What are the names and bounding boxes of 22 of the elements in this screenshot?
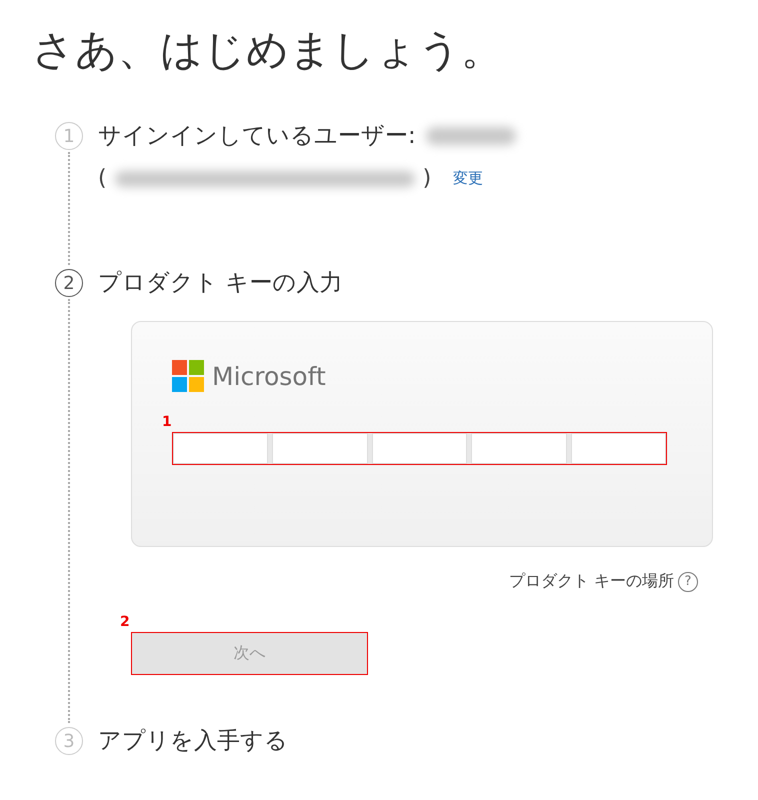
parenthesis: ( [98,166,107,191]
key-segment-field[interactable] [372,433,468,464]
key-segment-field[interactable] [471,433,567,464]
key-segment-field[interactable] [272,433,368,464]
step-label: アプリを入手する [98,727,288,756]
key-segment-field[interactable] [173,433,268,464]
step-label: プロダクト キーの入力 [98,269,344,298]
step-label: サインインしているユーザー: [98,122,416,151]
parenthesis: ) [422,166,432,191]
page-title: さあ、はじめましょう。 [32,24,504,76]
step-number: 2 [55,269,83,297]
product-key-field[interactable] [172,432,667,465]
key-segment-field[interactable] [570,433,666,464]
brand-name: Microsoft [212,362,326,390]
windows-logo-icon [172,360,204,392]
step-number: 3 [55,727,83,755]
change-link[interactable]: 変更 [453,169,484,188]
annotation-number: 2 [120,614,130,630]
help-link[interactable]: プロダクト キーの場所 [508,571,674,592]
help-icon[interactable]: ? [678,572,698,592]
annotation-number: 1 [162,414,172,430]
step-number: 1 [55,122,83,150]
